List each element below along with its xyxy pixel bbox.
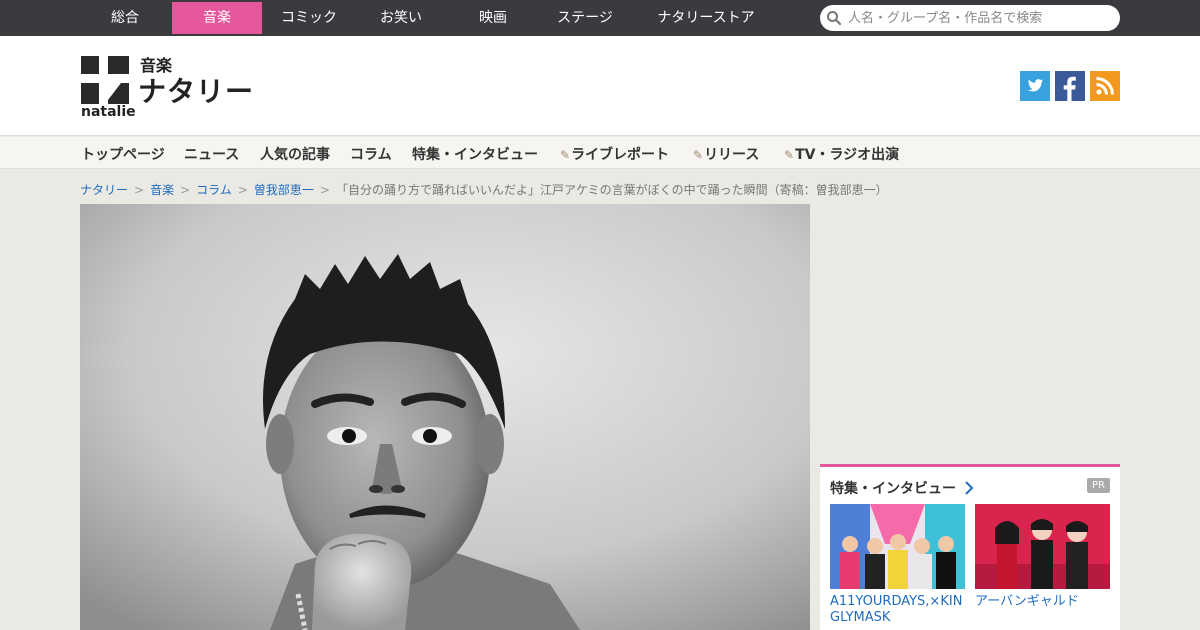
logo-wordmark[interactable]: ナタリー <box>138 70 254 110</box>
subnav-news[interactable]: ニュース <box>184 144 239 164</box>
genre-bar: 総合 音楽 コミック お笑い 映画 ステージ ナタリーストア <box>0 0 1200 36</box>
pencil-icon: ✎ <box>784 148 795 162</box>
feature-card-title: A11YOURDAYS,×KINGLYMASK <box>830 594 963 625</box>
breadcrumb-link-music[interactable]: 音楽 <box>150 183 174 197</box>
genre-tab-comic[interactable]: コミック <box>264 2 354 34</box>
search-icon[interactable] <box>826 10 842 26</box>
breadcrumb-current: 「自分の踊り方で踊ればいいんだよ」江戸アケミの言葉がぼくの中で踊った瞬間（寄稿：… <box>335 183 888 197</box>
article-main-photo <box>80 204 810 630</box>
logo-en: natalie <box>81 104 136 120</box>
sidebar-feature-box: 特集・インタビュー PR A11YOURDAYS,×KINGLYMASK アーバ… <box>820 464 1120 630</box>
sidebar-feature-heading[interactable]: 特集・インタビュー <box>830 478 974 498</box>
genre-tab-music[interactable]: 音楽 <box>172 2 262 34</box>
feature-card[interactable]: アーバンギャルド <box>975 504 1110 610</box>
site-header: 音楽 ナタリー natalie <box>0 36 1200 136</box>
subnav-interview[interactable]: 特集・インタビュー <box>412 144 538 164</box>
facebook-icon[interactable] <box>1055 71 1085 101</box>
feature-card-thumbnail <box>975 504 1110 589</box>
chevron-right-icon: > <box>134 183 145 197</box>
pencil-icon: ✎ <box>693 148 704 162</box>
breadcrumb-link-column[interactable]: コラム <box>196 183 232 197</box>
twitter-icon[interactable] <box>1020 71 1050 101</box>
subnav-livereport-label: ライブレポート <box>571 147 670 163</box>
genre-tab-owarai[interactable]: お笑い <box>356 2 446 34</box>
feature-card-thumbnail <box>830 504 965 589</box>
breadcrumb-link-natalie[interactable]: ナタリー <box>80 183 128 197</box>
thumbnail-image <box>975 504 1110 589</box>
subnav-release[interactable]: ✎リリース <box>693 144 759 164</box>
search-box <box>820 5 1120 31</box>
chevron-right-icon: > <box>237 183 248 197</box>
subnav-tvradio-label: TV・ラジオ出演 <box>795 147 900 163</box>
subnav-column[interactable]: コラム <box>350 144 392 164</box>
subnav-release-label: リリース <box>704 147 760 163</box>
genre-tab-eiga[interactable]: 映画 <box>448 2 538 34</box>
chevron-right-icon <box>965 481 974 495</box>
rss-icon[interactable] <box>1090 71 1120 101</box>
feature-card-title: アーバンギャルド <box>975 594 1079 609</box>
chevron-right-icon: > <box>319 183 330 197</box>
thumbnail-image <box>830 504 965 589</box>
pr-badge: PR <box>1087 478 1110 493</box>
genre-tab-stage[interactable]: ステージ <box>540 2 630 34</box>
search-input[interactable] <box>848 8 1110 28</box>
sidebar-feature-title: 特集・インタビュー <box>830 481 956 497</box>
breadcrumb: ナタリー > 音楽 > コラム > 曽我部恵一 > 「自分の踊り方で踊ればいいんだよ」江戸アケミ… <box>80 181 888 198</box>
subnav-top[interactable]: トップページ <box>81 144 165 164</box>
genre-tab-general[interactable]: 総合 <box>80 2 170 34</box>
chevron-right-icon: > <box>180 183 191 197</box>
subnav-tvradio[interactable]: ✎TV・ラジオ出演 <box>784 144 899 164</box>
portrait-image <box>80 204 810 630</box>
subnav-popular[interactable]: 人気の記事 <box>260 144 330 164</box>
feature-card[interactable]: A11YOURDAYS,×KINGLYMASK <box>830 504 965 626</box>
natalie-logo-mark[interactable] <box>81 56 129 104</box>
pencil-icon: ✎ <box>560 148 571 162</box>
subnav-livereport[interactable]: ✎ライブレポート <box>560 144 669 164</box>
music-subnav: トップページ ニュース 人気の記事 コラム 特集・インタビュー ✎ライブレポート… <box>0 137 1200 169</box>
genre-tab-store[interactable]: ナタリーストア <box>640 2 772 34</box>
breadcrumb-link-author[interactable]: 曽我部恵一 <box>254 183 314 197</box>
